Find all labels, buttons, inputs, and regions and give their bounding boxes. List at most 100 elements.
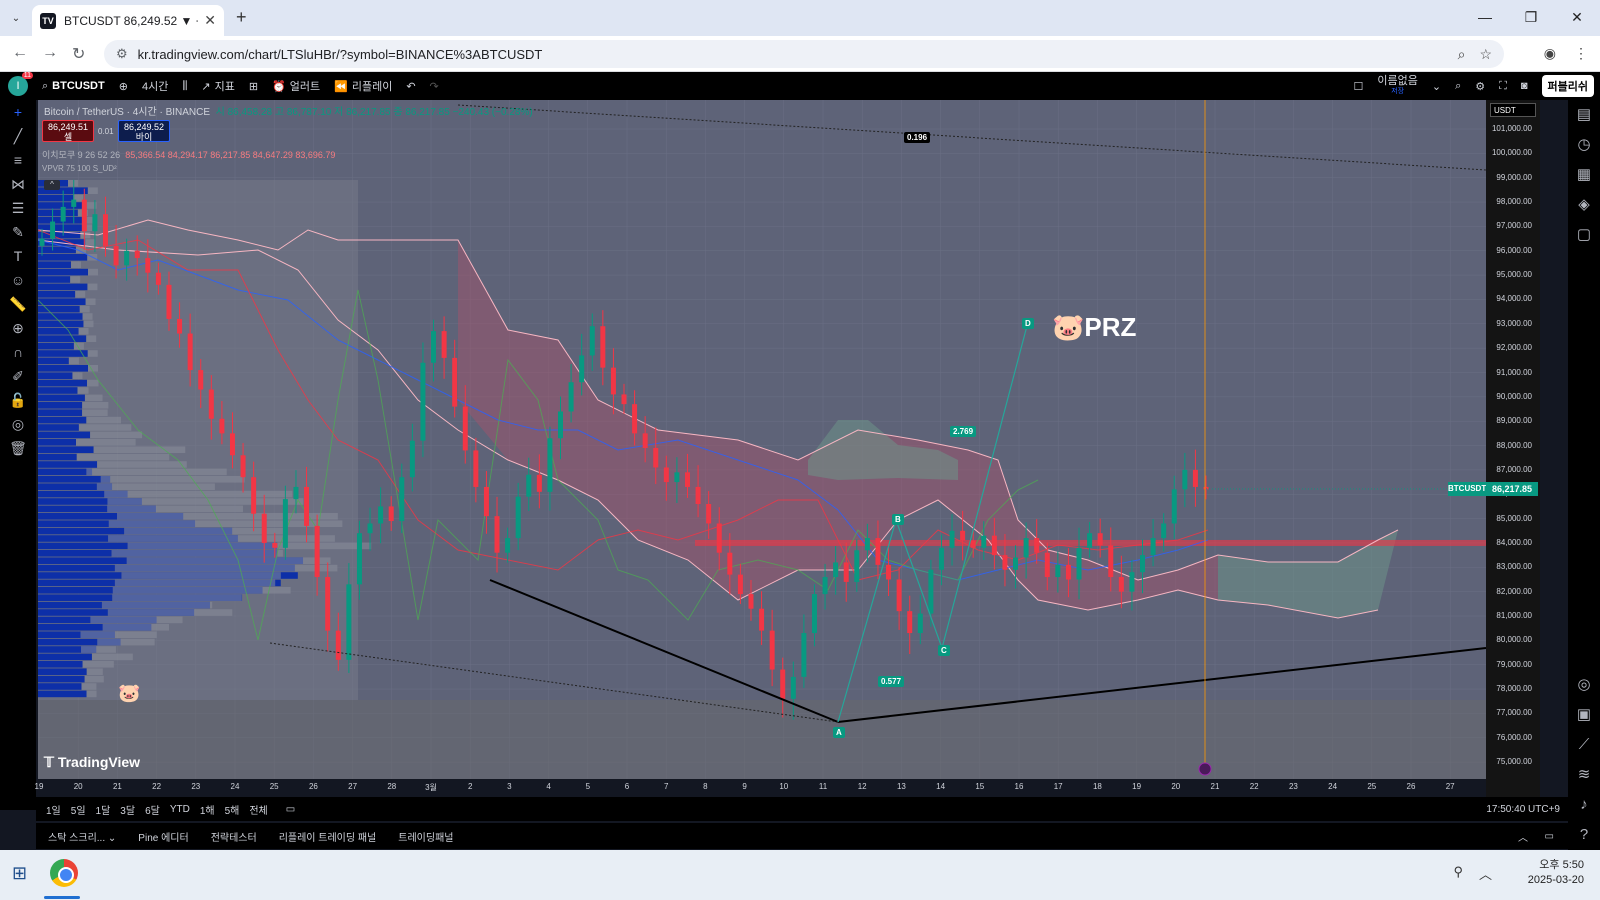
minimize-icon[interactable]: — xyxy=(1462,0,1508,34)
calendar-icon[interactable]: ▣ xyxy=(1568,700,1600,730)
period-1y[interactable]: 1해 xyxy=(200,802,215,817)
maximize-panel-icon[interactable]: ▭ xyxy=(1545,831,1554,842)
lock-icon[interactable]: 🔓 xyxy=(0,388,36,412)
people-icon[interactable]: ⚲ xyxy=(1453,864,1463,883)
windows-start-icon[interactable]: ⊞ xyxy=(12,863,27,884)
ruler-icon[interactable]: 📏 xyxy=(0,292,36,316)
reload-icon[interactable]: ↻ xyxy=(72,44,85,64)
camera-icon[interactable]: ◙ xyxy=(1521,80,1528,92)
sell-button[interactable]: 86,249.51 셀 xyxy=(42,120,94,142)
bookmark-star-icon[interactable]: ☆ xyxy=(1479,46,1492,63)
zoom-icon[interactable]: ⌕ xyxy=(1458,46,1466,63)
tab-strategy-tester[interactable]: 전략테스터 xyxy=(211,829,257,844)
collapse-panel-icon[interactable]: ︿ xyxy=(1518,829,1528,844)
redo-icon[interactable]: ↷ xyxy=(430,80,439,93)
legend-collapse-button[interactable]: ^ xyxy=(44,180,60,190)
publish-button[interactable]: 퍼블리쉬 xyxy=(1541,75,1594,97)
fib-icon[interactable]: ≡ xyxy=(0,148,36,172)
layers-icon[interactable]: ◈ xyxy=(1568,190,1600,220)
period-all[interactable]: 전체 xyxy=(249,802,267,817)
time-axis[interactable]: 19 20 21 22 23 24 25 26 27 28 3월 2 3 4 5 6 7 8 9 10 11 12 13 14… xyxy=(35,779,1486,797)
watchlist-icon[interactable]: ▤ xyxy=(1568,100,1600,130)
period-6m[interactable]: 6달 xyxy=(145,802,160,817)
date-range-icon[interactable]: ▭ xyxy=(286,804,295,815)
user-avatar[interactable]: I 11 xyxy=(8,72,33,96)
zoom-in-icon[interactable]: ⊕ xyxy=(0,316,36,340)
text-icon[interactable]: T xyxy=(0,244,36,268)
layout-name-button[interactable]: 이름없음 저장 xyxy=(1377,75,1417,96)
chrome-icon[interactable] xyxy=(50,859,78,887)
tab-pine-editor[interactable]: Pine 에디터 xyxy=(138,829,188,844)
alert-button[interactable]: ⏰ 얼러트 xyxy=(272,78,320,94)
fullscreen-icon[interactable]: ⛶ xyxy=(1499,80,1507,93)
period-ytd[interactable]: YTD xyxy=(170,804,190,815)
time-tick: 5 xyxy=(585,782,591,791)
tab-stock-screener[interactable]: 스탁 스크리... ⌄ xyxy=(48,829,116,844)
symbol-title[interactable]: Bitcoin / TetherUS · 4시간 · BINANCE xyxy=(44,107,210,118)
strategy-icon[interactable]: ⟋ xyxy=(1568,730,1600,760)
taskbar-clock[interactable]: 오후 5:50 2025-03-20 xyxy=(1528,858,1584,888)
trend-line-icon[interactable]: ╱ xyxy=(0,124,36,148)
interval-button[interactable]: 4시간 xyxy=(142,78,168,94)
price-chart[interactable] xyxy=(38,100,1568,797)
period-1d[interactable]: 1일 xyxy=(46,802,61,817)
replay-button[interactable]: ⏪ 리플레이 xyxy=(334,78,392,94)
price-axis[interactable]: 101,000.00 100,000.00 99,000.00 98,000.00 97… xyxy=(1486,100,1540,797)
vpvr-legend[interactable]: VPVR 75 100 S_UD² xyxy=(42,164,117,173)
symbol-search-button[interactable]: ⌕ BTCUSDT xyxy=(42,80,105,93)
buy-button[interactable]: 86,249.52 바이 xyxy=(118,120,170,142)
time-tick: 27 xyxy=(1445,782,1455,791)
indicators-button[interactable]: ↗ 지표 xyxy=(201,78,234,94)
alerts-clock-icon[interactable]: ◷ xyxy=(1568,130,1600,160)
chevron-down-icon[interactable]: ⌄ xyxy=(1432,80,1441,93)
new-tab-icon[interactable]: + xyxy=(236,7,247,28)
candle-body xyxy=(60,206,66,222)
chart-type-icon[interactable]: ⫼ xyxy=(182,80,187,93)
brush-icon[interactable]: ✎ xyxy=(0,220,36,244)
tab-search-icon[interactable]: ⌄ xyxy=(6,9,26,29)
tab-replay-panel[interactable]: 리플레이 트레이딩 패널 xyxy=(279,829,377,844)
tab-trading-panel[interactable]: 트레이딩패널 xyxy=(398,829,453,844)
target-icon[interactable]: ◎ xyxy=(1568,670,1600,700)
close-tab-icon[interactable]: ✕ xyxy=(204,12,216,29)
site-info-icon[interactable]: ⚙ xyxy=(116,46,128,62)
notification-badge: 11 xyxy=(21,72,33,79)
forecast-icon[interactable]: ☰ xyxy=(0,196,36,220)
period-5d[interactable]: 5일 xyxy=(71,802,86,817)
period-1m[interactable]: 1달 xyxy=(96,802,111,817)
eye-icon[interactable]: ◎ xyxy=(0,412,36,436)
layout-checkbox-icon[interactable]: ☐ xyxy=(1354,80,1364,93)
chat-icon[interactable]: ▢ xyxy=(1568,220,1600,250)
quick-search-icon[interactable]: ⌕ xyxy=(1455,80,1461,93)
help-icon[interactable]: ? xyxy=(1568,820,1600,850)
compare-icon[interactable]: ⊕ xyxy=(119,80,128,93)
crosshair-icon[interactable]: + xyxy=(0,100,36,124)
lock-drawing-icon[interactable]: ✐ xyxy=(0,364,36,388)
bell-icon[interactable]: ♪ xyxy=(1568,790,1600,820)
close-window-icon[interactable]: ✕ xyxy=(1554,0,1600,34)
url-field[interactable]: ⚙ kr.tradingview.com/chart/LTSluHBr/?sym… xyxy=(104,40,1504,68)
emoji-icon[interactable]: ☺ xyxy=(0,268,36,292)
restore-icon[interactable]: ❐ xyxy=(1508,0,1554,34)
templates-icon[interactable]: ⊞ xyxy=(249,80,258,93)
tray-chevron-icon[interactable]: ︿ xyxy=(1479,864,1492,883)
magnet-icon[interactable]: ∩ xyxy=(0,340,36,364)
trash-icon[interactable]: 🗑 xyxy=(0,436,36,460)
period-3m[interactable]: 3달 xyxy=(120,802,135,817)
settings-gear-icon[interactable]: ⚙ xyxy=(1475,80,1485,93)
back-icon[interactable]: ← xyxy=(12,44,28,62)
signal-icon[interactable]: ≋ xyxy=(1568,760,1600,790)
candle-body xyxy=(1044,552,1050,578)
chart-clock[interactable]: 17:50:40 UTC+9 xyxy=(1486,804,1560,815)
period-5y[interactable]: 5해 xyxy=(225,802,240,817)
pattern-icon[interactable]: ⋈ xyxy=(0,172,36,196)
currency-selector[interactable]: USDT xyxy=(1490,103,1536,117)
profile-icon[interactable]: ◉ xyxy=(1544,45,1556,62)
candle-body xyxy=(727,552,733,575)
menu-icon[interactable]: ⋮ xyxy=(1574,45,1588,62)
forward-icon[interactable]: → xyxy=(42,44,58,62)
browser-tab[interactable]: TV BTCUSDT 86,249.52 ▼ −0.69% ✕ xyxy=(32,5,224,36)
news-icon[interactable]: ▦ xyxy=(1568,160,1600,190)
undo-icon[interactable]: ↶ xyxy=(406,80,415,93)
ichimoku-legend[interactable]: 이치모쿠 9 26 52 26 85,366.54 84,294.17 86,2… xyxy=(42,148,335,161)
